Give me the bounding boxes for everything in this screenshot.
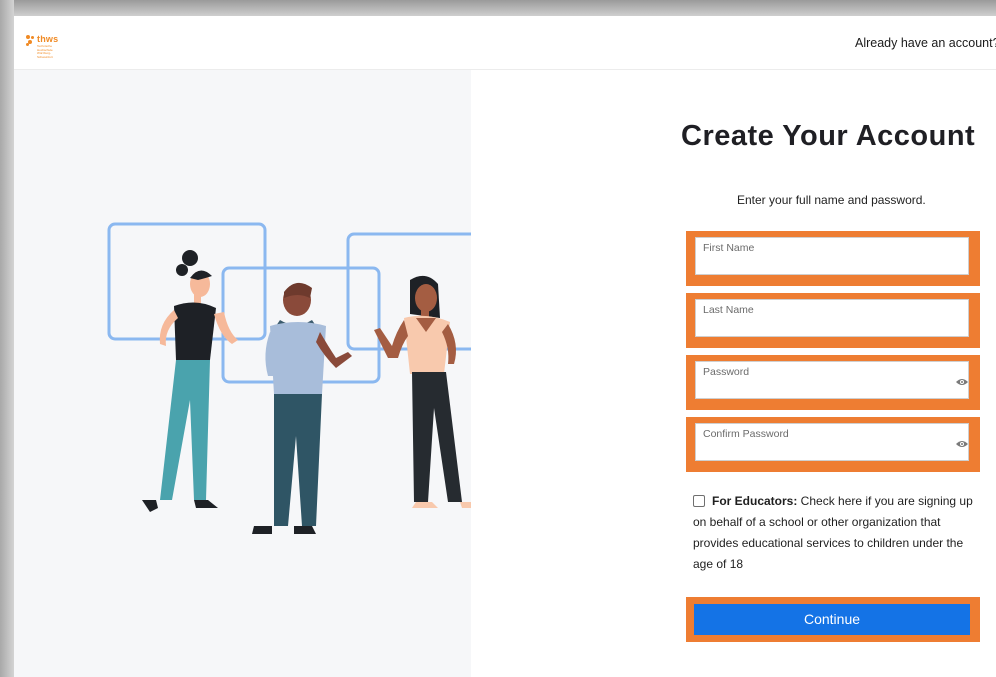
illustration-panel [14,70,471,677]
educator-bold-label: For Educators: [712,494,798,508]
continue-button[interactable]: Continue [694,604,970,635]
last-name-field[interactable]: Last Name [695,299,969,337]
screenshot-shadow-left [0,0,14,677]
last-name-label: Last Name [703,304,754,316]
confirm-password-field[interactable]: Confirm Password [695,423,969,461]
first-name-field[interactable]: First Name [695,237,969,275]
confirm-password-label: Confirm Password [703,428,789,440]
person-right [374,275,471,508]
signup-window: thws Technische Hochschule Würzburg-Schw… [14,16,996,677]
thws-logo[interactable]: thws Technische Hochschule Würzburg-Schw… [26,35,63,59]
show-password-eye-icon[interactable] [956,378,968,386]
people-collaborating-illustration [107,222,471,534]
password-field[interactable]: Password [695,361,969,399]
first-name-label: First Name [703,242,755,254]
person-middle [252,282,352,534]
logo-subtitle: Technische Hochschule Würzburg-Schweinfu… [37,44,53,59]
continue-highlight: Continue [686,597,980,642]
signin-link[interactable]: Already have an account? [855,36,996,50]
educator-description: For Educators: Check here if you are sig… [693,491,978,575]
confirm-password-highlight: Confirm Password [686,417,980,472]
logo-mark-icon [26,35,35,46]
password-label: Password [703,366,750,378]
last-name-highlight: Last Name [686,293,980,348]
show-confirm-password-eye-icon[interactable] [956,440,968,448]
logo-name: thws [37,34,59,44]
page-subtitle: Enter your full name and password. [737,193,926,207]
screenshot-shadow-top [0,0,996,16]
first-name-highlight: First Name [686,231,980,286]
page-title: Create Your Account [681,120,976,152]
password-highlight: Password [686,355,980,410]
top-bar: thws Technische Hochschule Würzburg-Schw… [14,16,996,70]
